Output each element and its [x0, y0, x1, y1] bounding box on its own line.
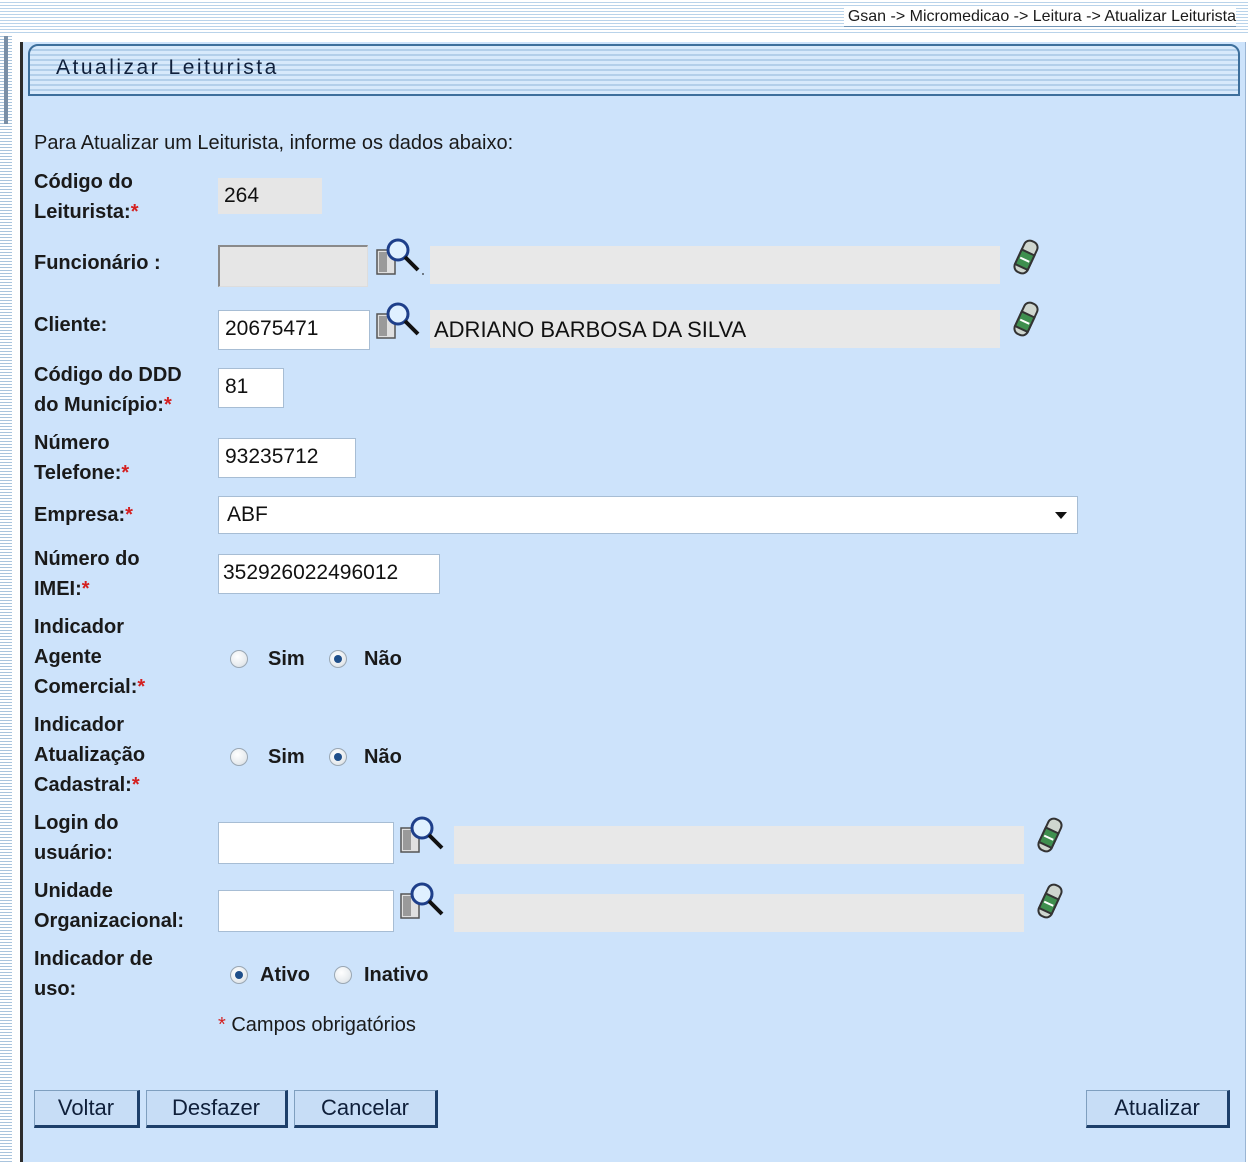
telefone-label-line2: Telefone: [34, 462, 122, 484]
cancelar-button[interactable]: Cancelar [294, 1090, 438, 1128]
left-rail [0, 34, 12, 1162]
funcionario-input[interactable] [218, 245, 368, 287]
cadastral-nao-label: Não [364, 746, 402, 768]
login-label-line2: usuário: [34, 842, 113, 864]
agente-sim-radio[interactable] [230, 650, 248, 668]
atualizar-button[interactable]: Atualizar [1086, 1090, 1230, 1128]
cadastral-sim-radio[interactable] [230, 748, 248, 766]
agente-label-line1: Indicador [34, 616, 125, 638]
telefone-label-line1: Número [34, 432, 110, 454]
required-mark: * [137, 676, 146, 698]
empresa-label-text: Empresa: [34, 504, 126, 526]
uso-ativo-radio[interactable] [230, 966, 248, 984]
uso-label-line2: uso: [34, 978, 77, 1000]
agente-sim-label: Sim [268, 648, 305, 670]
imei-label-line2: IMEI: [34, 578, 82, 600]
uso-inativo-label: Inativo [364, 964, 429, 986]
required-mark: * [163, 394, 172, 416]
desfazer-button[interactable]: Desfazer [146, 1090, 288, 1128]
agente-label-line3: Comercial: [34, 676, 138, 698]
codigo-label-line1: Código do [34, 171, 133, 193]
page-title: Atualizar Leiturista [56, 56, 279, 79]
funcionario-name-field [430, 246, 1000, 284]
eraser-icon[interactable] [1010, 236, 1042, 278]
agente-label-line2: Agente [34, 646, 102, 668]
required-mark: * [131, 774, 140, 796]
cadastral-sim-label: Sim [268, 746, 305, 768]
unidade-name-field [454, 894, 1024, 932]
cliente-label: Cliente: [34, 314, 108, 336]
uso-label-line1: Indicador de [34, 948, 153, 970]
imei-input[interactable]: 352926022496012 [218, 554, 440, 594]
empresa-label: Empresa:* [34, 500, 133, 530]
required-mark: * [81, 578, 90, 600]
unidade-label-line1: Unidade [34, 880, 113, 902]
breadcrumb: Gsan -> Micromedicao -> Leitura -> Atual… [843, 8, 1236, 27]
required-mark: * [121, 462, 130, 484]
required-mark: * [130, 201, 139, 223]
intro-text: Para Atualizar um Leiturista, informe os… [34, 132, 514, 154]
ddd-label: Código do DDD do Município:* [34, 360, 182, 420]
chevron-down-icon [1055, 512, 1067, 519]
required-mark: * [218, 1014, 226, 1036]
telefone-label: Número Telefone:* [34, 428, 129, 488]
cadastral-label-line3: Cadastral: [34, 774, 132, 796]
funcionario-label: Funcionário : [34, 252, 161, 274]
search-icon[interactable] [374, 300, 424, 340]
voltar-button[interactable]: Voltar [34, 1090, 140, 1128]
uso-label: Indicador de uso: [34, 944, 153, 1004]
imei-label-line1: Número do [34, 548, 140, 570]
unidade-input[interactable] [218, 890, 394, 932]
ddd-input[interactable]: 81 [218, 368, 284, 408]
eraser-icon[interactable] [1034, 880, 1066, 922]
search-icon[interactable] [374, 236, 424, 276]
uso-ativo-label: Ativo [260, 964, 310, 986]
cliente-input[interactable]: 20675471 [218, 310, 370, 350]
cadastral-nao-radio[interactable] [329, 748, 347, 766]
unidade-label: Unidade Organizacional: [34, 876, 184, 936]
cadastral-label-line2: Atualização [34, 744, 146, 766]
cadastral-label-line1: Indicador [34, 714, 125, 736]
required-note-text: Campos obrigatórios [231, 1014, 416, 1036]
codigo-label: Código do Leiturista:* [34, 167, 138, 227]
cliente-name-field: ADRIANO BARBOSA DA SILVA [430, 310, 1000, 348]
agente-comercial-label: Indicador Agente Comercial:* [34, 612, 145, 702]
uso-inativo-radio[interactable] [334, 966, 352, 984]
eraser-icon[interactable] [1034, 814, 1066, 856]
search-icon[interactable] [398, 880, 448, 920]
left-rail-handle [4, 36, 8, 124]
atualizacao-cadastral-label: Indicador Atualização Cadastral:* [34, 710, 145, 800]
unidade-label-line2: Organizacional: [34, 910, 185, 932]
empresa-select[interactable]: ABF [218, 496, 1078, 534]
ddd-label-line2: do Município: [34, 394, 164, 416]
agente-nao-label: Não [364, 648, 402, 670]
imei-label: Número do IMEI:* [34, 544, 140, 604]
ddd-label-line1: Código do DDD [34, 364, 182, 386]
telefone-input[interactable]: 93235712 [218, 438, 356, 478]
form-panel [20, 42, 1246, 1162]
required-note: * Campos obrigatórios [218, 1014, 416, 1037]
required-mark: * [125, 504, 133, 526]
login-name-field [454, 826, 1024, 864]
empresa-selected-value: ABF [227, 503, 268, 526]
codigo-leiturista-field[interactable]: 264 [218, 178, 322, 214]
login-label: Login do usuário: [34, 808, 118, 868]
codigo-label-line2: Leiturista: [34, 201, 131, 223]
search-icon[interactable] [398, 814, 448, 854]
login-label-line1: Login do [34, 812, 119, 834]
eraser-icon[interactable] [1010, 298, 1042, 340]
login-input[interactable] [218, 822, 394, 864]
agente-nao-radio[interactable] [329, 650, 347, 668]
